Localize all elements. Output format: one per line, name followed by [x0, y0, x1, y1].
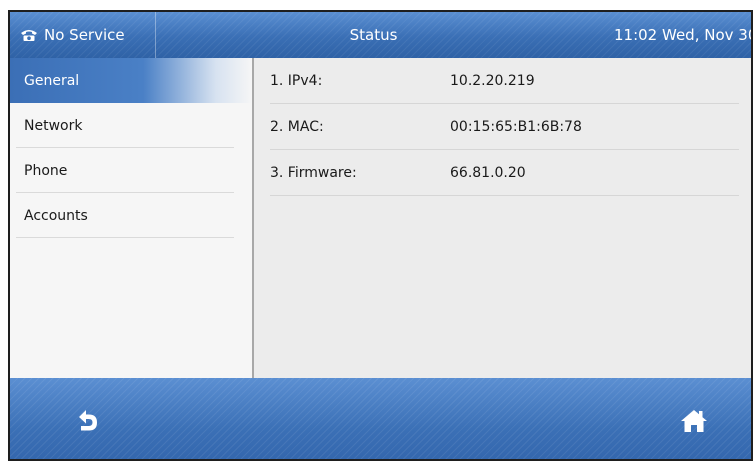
sidebar-item-label: General: [24, 72, 80, 89]
status-label: 1. IPv4:: [270, 72, 323, 89]
back-arrow-icon: [79, 410, 97, 431]
status-value: 10.2.20.219: [450, 72, 535, 89]
sidebar-item-network[interactable]: Network: [10, 103, 252, 148]
home-button[interactable]: [674, 403, 714, 439]
phone-screen: No Service Status 11:02 Wed, Nov 30 Gene…: [8, 10, 753, 461]
service-status[interactable]: No Service: [10, 12, 156, 58]
sidebar: General Network Phone Accounts: [10, 58, 254, 378]
status-value: 00:15:65:B1:6B:78: [450, 118, 582, 135]
page-title: Status: [349, 26, 398, 44]
status-row-mac: 2. MAC: 00:15:65:B1:6B:78: [270, 104, 739, 150]
sidebar-item-label: Accounts: [24, 207, 88, 224]
status-row-firmware: 3. Firmware: 66.81.0.20: [270, 150, 739, 196]
sidebar-item-phone[interactable]: Phone: [10, 148, 252, 193]
top-bar: No Service Status 11:02 Wed, Nov 30: [10, 12, 751, 58]
back-button[interactable]: [68, 403, 108, 439]
sidebar-item-general[interactable]: General: [10, 58, 252, 103]
status-label: 2. MAC:: [270, 118, 324, 135]
status-panel: 1. IPv4: 10.2.20.219 2. MAC: 00:15:65:B1…: [254, 58, 751, 378]
telephone-icon: [21, 30, 37, 41]
sidebar-item-accounts[interactable]: Accounts: [10, 193, 252, 238]
status-value: 66.81.0.20: [450, 164, 526, 181]
status-row-ipv4: 1. IPv4: 10.2.20.219: [270, 58, 739, 104]
sidebar-item-label: Network: [24, 117, 83, 134]
sidebar-item-label: Phone: [24, 162, 68, 179]
service-status-label: No Service: [44, 26, 125, 44]
status-label: 3. Firmware:: [270, 164, 357, 181]
clock: 11:02 Wed, Nov 30: [614, 26, 753, 44]
home-icon: [681, 410, 707, 432]
bottom-bar: [10, 378, 751, 459]
